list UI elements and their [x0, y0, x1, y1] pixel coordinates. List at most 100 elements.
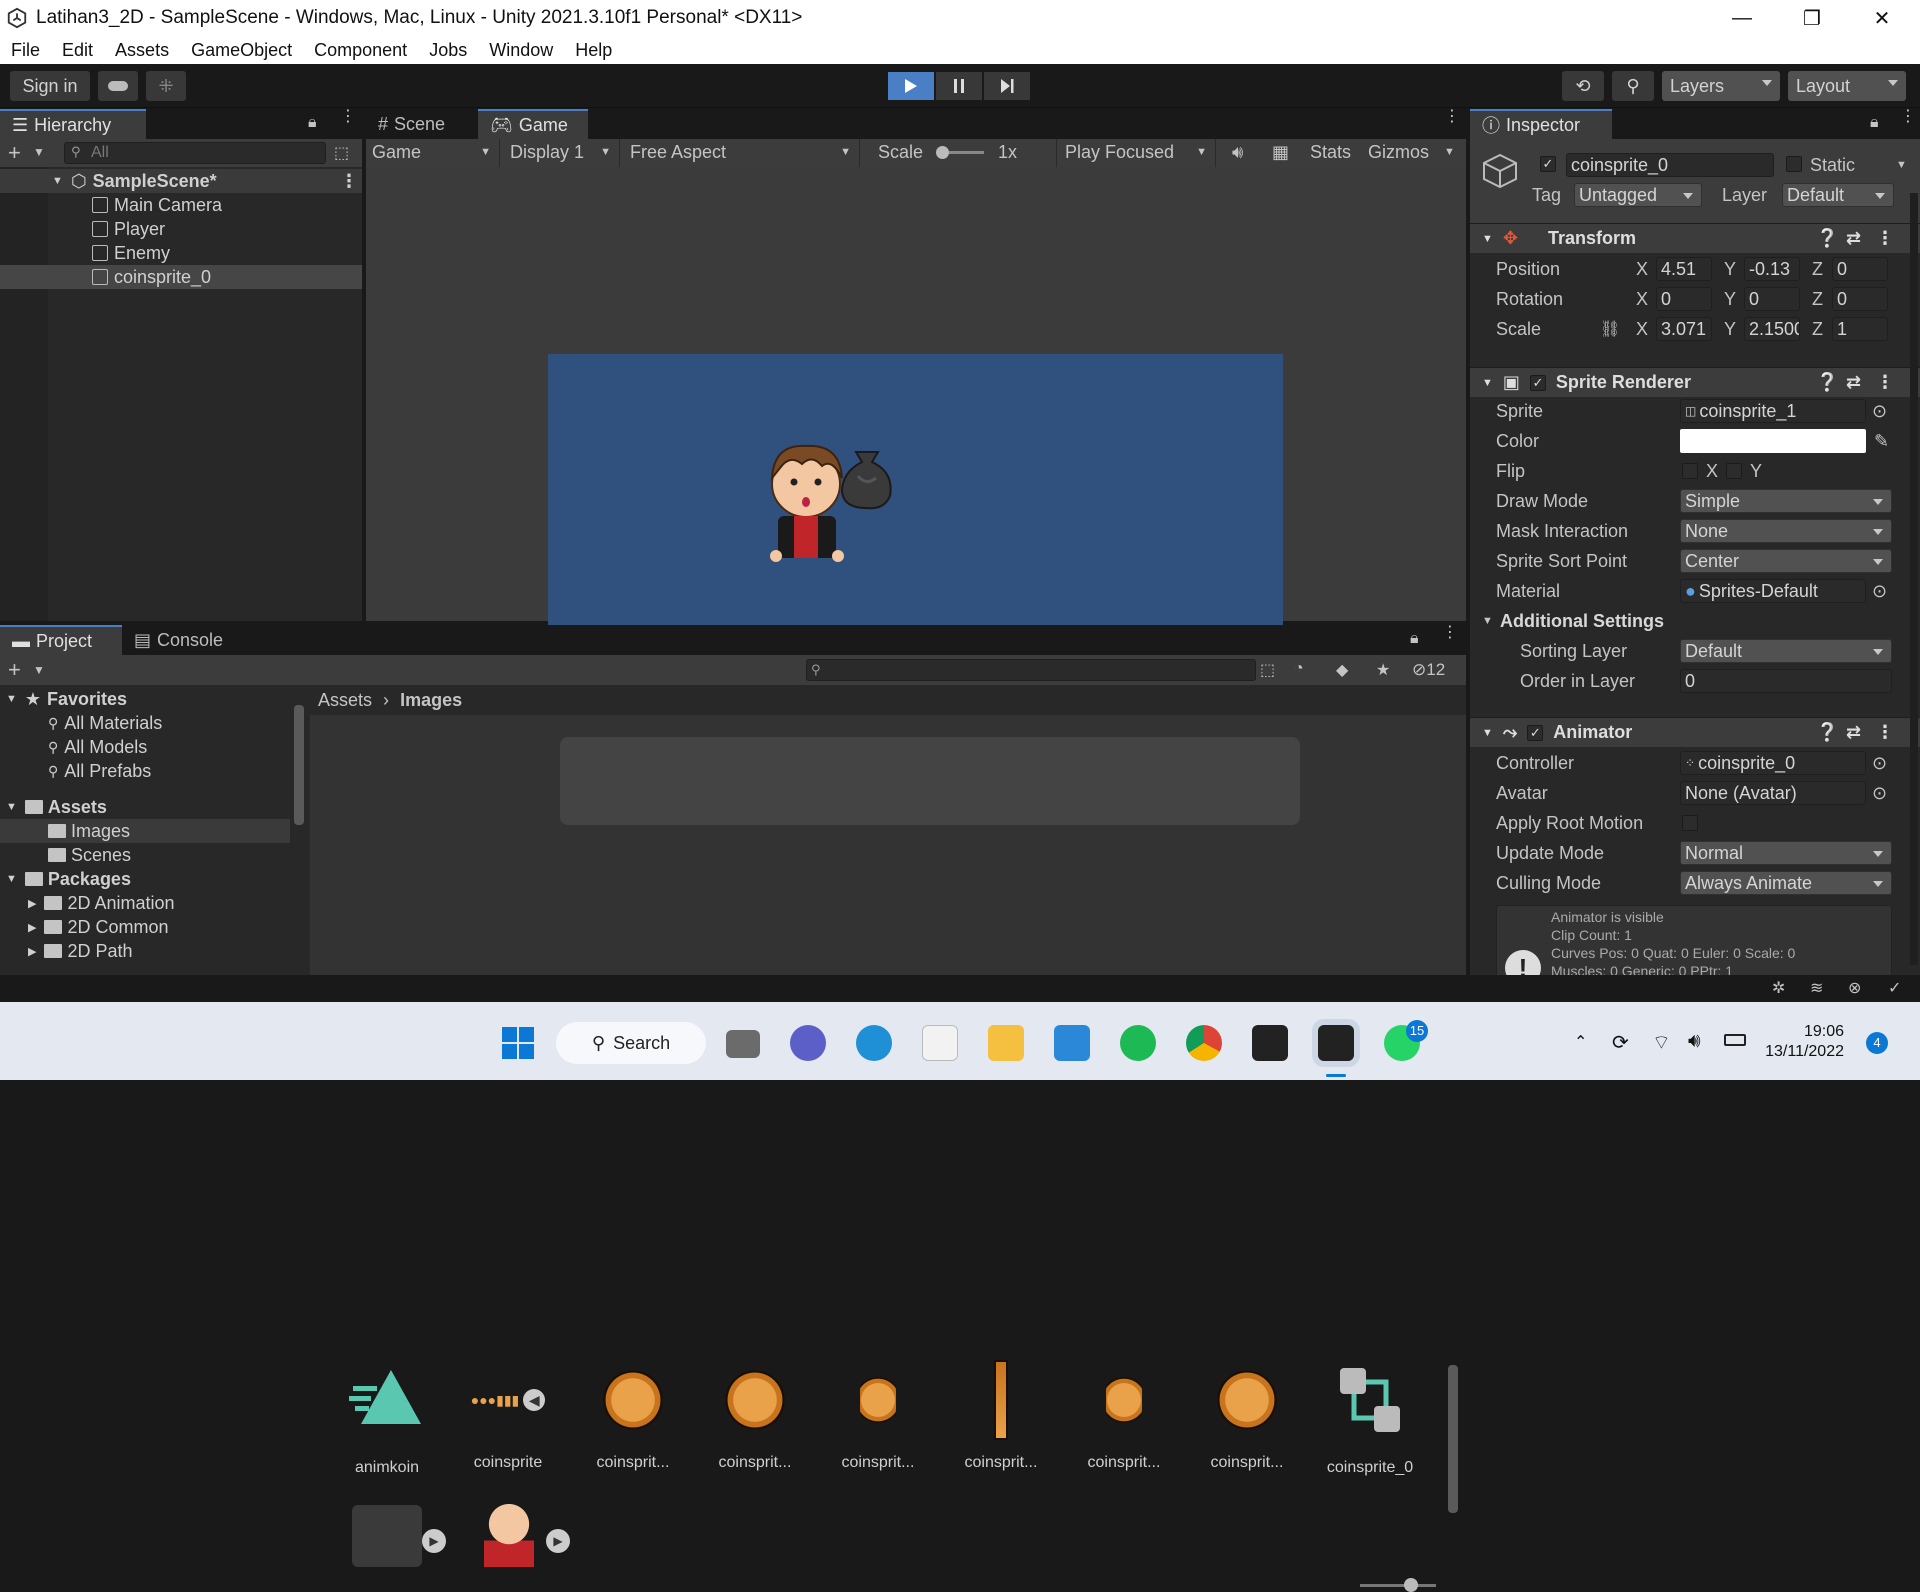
expand-arrow-icon[interactable]: ▼	[6, 801, 17, 813]
close-button[interactable]: ✕	[1852, 0, 1912, 36]
menu-component[interactable]: Component	[303, 40, 418, 61]
static-checkbox[interactable]	[1786, 156, 1802, 172]
cache-icon[interactable]: ≋	[1810, 978, 1823, 998]
hierarchy-menu-icon[interactable]: ⋮	[340, 109, 356, 125]
chevron-down-icon[interactable]: ▼	[33, 663, 45, 677]
layers-dropdown[interactable]: Layers	[1662, 71, 1780, 101]
favorite-star-icon[interactable]: ★	[1376, 660, 1390, 680]
expand-arrow-icon[interactable]: ▶	[28, 897, 36, 910]
tree-assets[interactable]: ▼ Assets	[0, 795, 107, 819]
breadcrumb-assets[interactable]: Assets	[318, 690, 372, 710]
object-picker-icon[interactable]: ⊙	[1872, 783, 1887, 804]
scale-z-field[interactable]: 1	[1832, 317, 1888, 341]
play-preview-icon[interactable]: ▶	[546, 1529, 570, 1553]
search-by-type-icon[interactable]: ⬚	[1260, 660, 1275, 680]
hierarchy-item-main-camera[interactable]: Main Camera	[0, 193, 362, 217]
play-preview-icon[interactable]: ▶	[422, 1529, 446, 1553]
menu-gameobject[interactable]: GameObject	[180, 40, 303, 61]
cloud-button[interactable]	[98, 71, 138, 101]
task-view-icon[interactable]	[726, 1030, 760, 1058]
pause-button[interactable]	[936, 72, 982, 100]
tab-hierarchy[interactable]: ☰ Hierarchy	[0, 109, 146, 139]
unity-editor-icon[interactable]	[1318, 1025, 1354, 1061]
preset-icon[interactable]: ⇄	[1846, 228, 1861, 249]
menu-window[interactable]: Window	[478, 40, 564, 61]
avatar-field[interactable]: None (Avatar)	[1680, 781, 1866, 805]
search-by-type-icon[interactable]: ⬚	[334, 143, 349, 163]
layout-dropdown[interactable]: Layout	[1788, 71, 1906, 101]
menu-file[interactable]: File	[0, 40, 51, 61]
tab-scene[interactable]: # Scene	[366, 109, 478, 139]
menu-assets[interactable]: Assets	[104, 40, 180, 61]
mute-audio-icon[interactable]: 🔊︎	[1232, 142, 1243, 163]
breadcrumb-images[interactable]: Images	[400, 690, 462, 710]
asset-coinsprite-sub[interactable]: coinsprit...	[695, 1360, 815, 1472]
tab-console[interactable]: ▤ Console	[122, 625, 252, 655]
animator-header[interactable]: ▼ ⤳ ✓ Animator ❔ ⇄ ⋮	[1470, 717, 1920, 747]
help-icon[interactable]: ❔	[1816, 372, 1838, 393]
expand-arrow-icon[interactable]: ▼	[1482, 615, 1493, 627]
active-checkbox[interactable]: ✓	[1540, 156, 1556, 172]
expand-arrow-icon[interactable]: ▶	[28, 921, 36, 934]
add-icon[interactable]: +	[8, 657, 21, 683]
culling-mode-dropdown[interactable]: Always Animate	[1680, 871, 1892, 895]
asset-enemy-sprite[interactable]	[352, 1505, 422, 1567]
chrome-icon[interactable]	[1186, 1025, 1222, 1061]
sprite-sort-point-dropdown[interactable]: Center	[1680, 549, 1892, 573]
game-menu-icon[interactable]: ⋮	[1444, 109, 1460, 125]
asset-player-sprite[interactable]	[484, 1501, 534, 1567]
notification-badge[interactable]: 4	[1866, 1032, 1888, 1054]
tree-images[interactable]: Images	[0, 819, 290, 843]
position-z-field[interactable]: 0	[1832, 257, 1888, 281]
expand-arrow-icon[interactable]: ▼	[52, 175, 63, 187]
animator-enabled-checkbox[interactable]: ✓	[1527, 724, 1544, 741]
controller-field[interactable]: ⁘ coinsprite_0	[1680, 751, 1866, 775]
inspector-menu-icon[interactable]: ⋮	[1900, 109, 1916, 125]
project-menu-icon[interactable]: ⋮	[1442, 625, 1458, 641]
filter-type-icon[interactable]: ◔	[1294, 660, 1304, 678]
sprite-renderer-enabled-checkbox[interactable]: ✓	[1529, 374, 1546, 391]
tree-favorites[interactable]: ▼ ★ Favorites	[0, 687, 127, 711]
object-picker-icon[interactable]: ⊙	[1872, 753, 1887, 774]
tab-game[interactable]: 🎮︎ Game	[478, 109, 588, 139]
asset-coinsprite-sub[interactable]: coinsprit...	[1064, 1360, 1184, 1472]
wifi-icon[interactable]: ⌔	[1652, 1030, 1671, 1055]
hierarchy-item-player[interactable]: Player	[0, 217, 362, 241]
vsync-icon[interactable]: ▦	[1272, 142, 1289, 163]
color-swatch[interactable]	[1680, 429, 1866, 453]
unity-hub-icon[interactable]	[1252, 1025, 1288, 1061]
progress-check-icon[interactable]: ✓	[1888, 978, 1901, 998]
sign-in-button[interactable]: Sign in	[10, 71, 90, 101]
thumbnail-size-thumb[interactable]	[1404, 1578, 1418, 1592]
tree-all-materials[interactable]: ⚲ All Materials	[0, 711, 162, 735]
project-search-input[interactable]: ⚲	[806, 659, 1256, 681]
sprite-field[interactable]: ◫ coinsprite_1	[1680, 399, 1866, 423]
add-icon[interactable]: +	[8, 140, 21, 166]
preset-icon[interactable]: ⇄	[1846, 372, 1861, 393]
hierarchy-scene-row[interactable]: ▼ ⬡ SampleScene* ⋮	[0, 169, 362, 193]
additional-settings-foldout[interactable]: Additional Settings	[1500, 611, 1664, 632]
component-menu-icon[interactable]: ⋮	[1876, 228, 1894, 249]
eyedropper-icon[interactable]: ✎	[1874, 431, 1889, 452]
battery-icon[interactable]	[1724, 1034, 1746, 1046]
maximize-button[interactable]: ❐	[1782, 0, 1842, 36]
display-dropdown[interactable]: Display 1 ▼	[502, 139, 620, 167]
play-button[interactable]	[888, 72, 934, 100]
flip-x-checkbox[interactable]	[1682, 463, 1698, 479]
chevron-down-icon[interactable]: ▼	[1896, 159, 1907, 171]
tag-dropdown[interactable]: Untagged	[1574, 183, 1702, 207]
object-picker-icon[interactable]: ⊙	[1872, 581, 1887, 602]
transform-header[interactable]: ▼ ✥ Transform ❔ ⇄ ⋮	[1470, 223, 1920, 253]
menu-help[interactable]: Help	[564, 40, 623, 61]
tree-all-models[interactable]: ⚲ All Models	[0, 735, 147, 759]
step-button[interactable]	[984, 72, 1030, 100]
sorting-layer-dropdown[interactable]: Default	[1680, 639, 1892, 663]
spotify-icon[interactable]	[1120, 1025, 1156, 1061]
rotation-x-field[interactable]: 0	[1656, 287, 1712, 311]
asset-coinsprite-sub[interactable]: coinsprit...	[941, 1360, 1061, 1472]
tree-scenes[interactable]: Scenes	[0, 843, 131, 867]
game-viewport[interactable]	[366, 167, 1466, 654]
play-focused-dropdown[interactable]: Play Focused ▼	[1056, 139, 1216, 167]
aspect-dropdown[interactable]: Free Aspect ▼	[622, 139, 860, 167]
collapse-arrow-icon[interactable]: ◀	[523, 1389, 546, 1411]
